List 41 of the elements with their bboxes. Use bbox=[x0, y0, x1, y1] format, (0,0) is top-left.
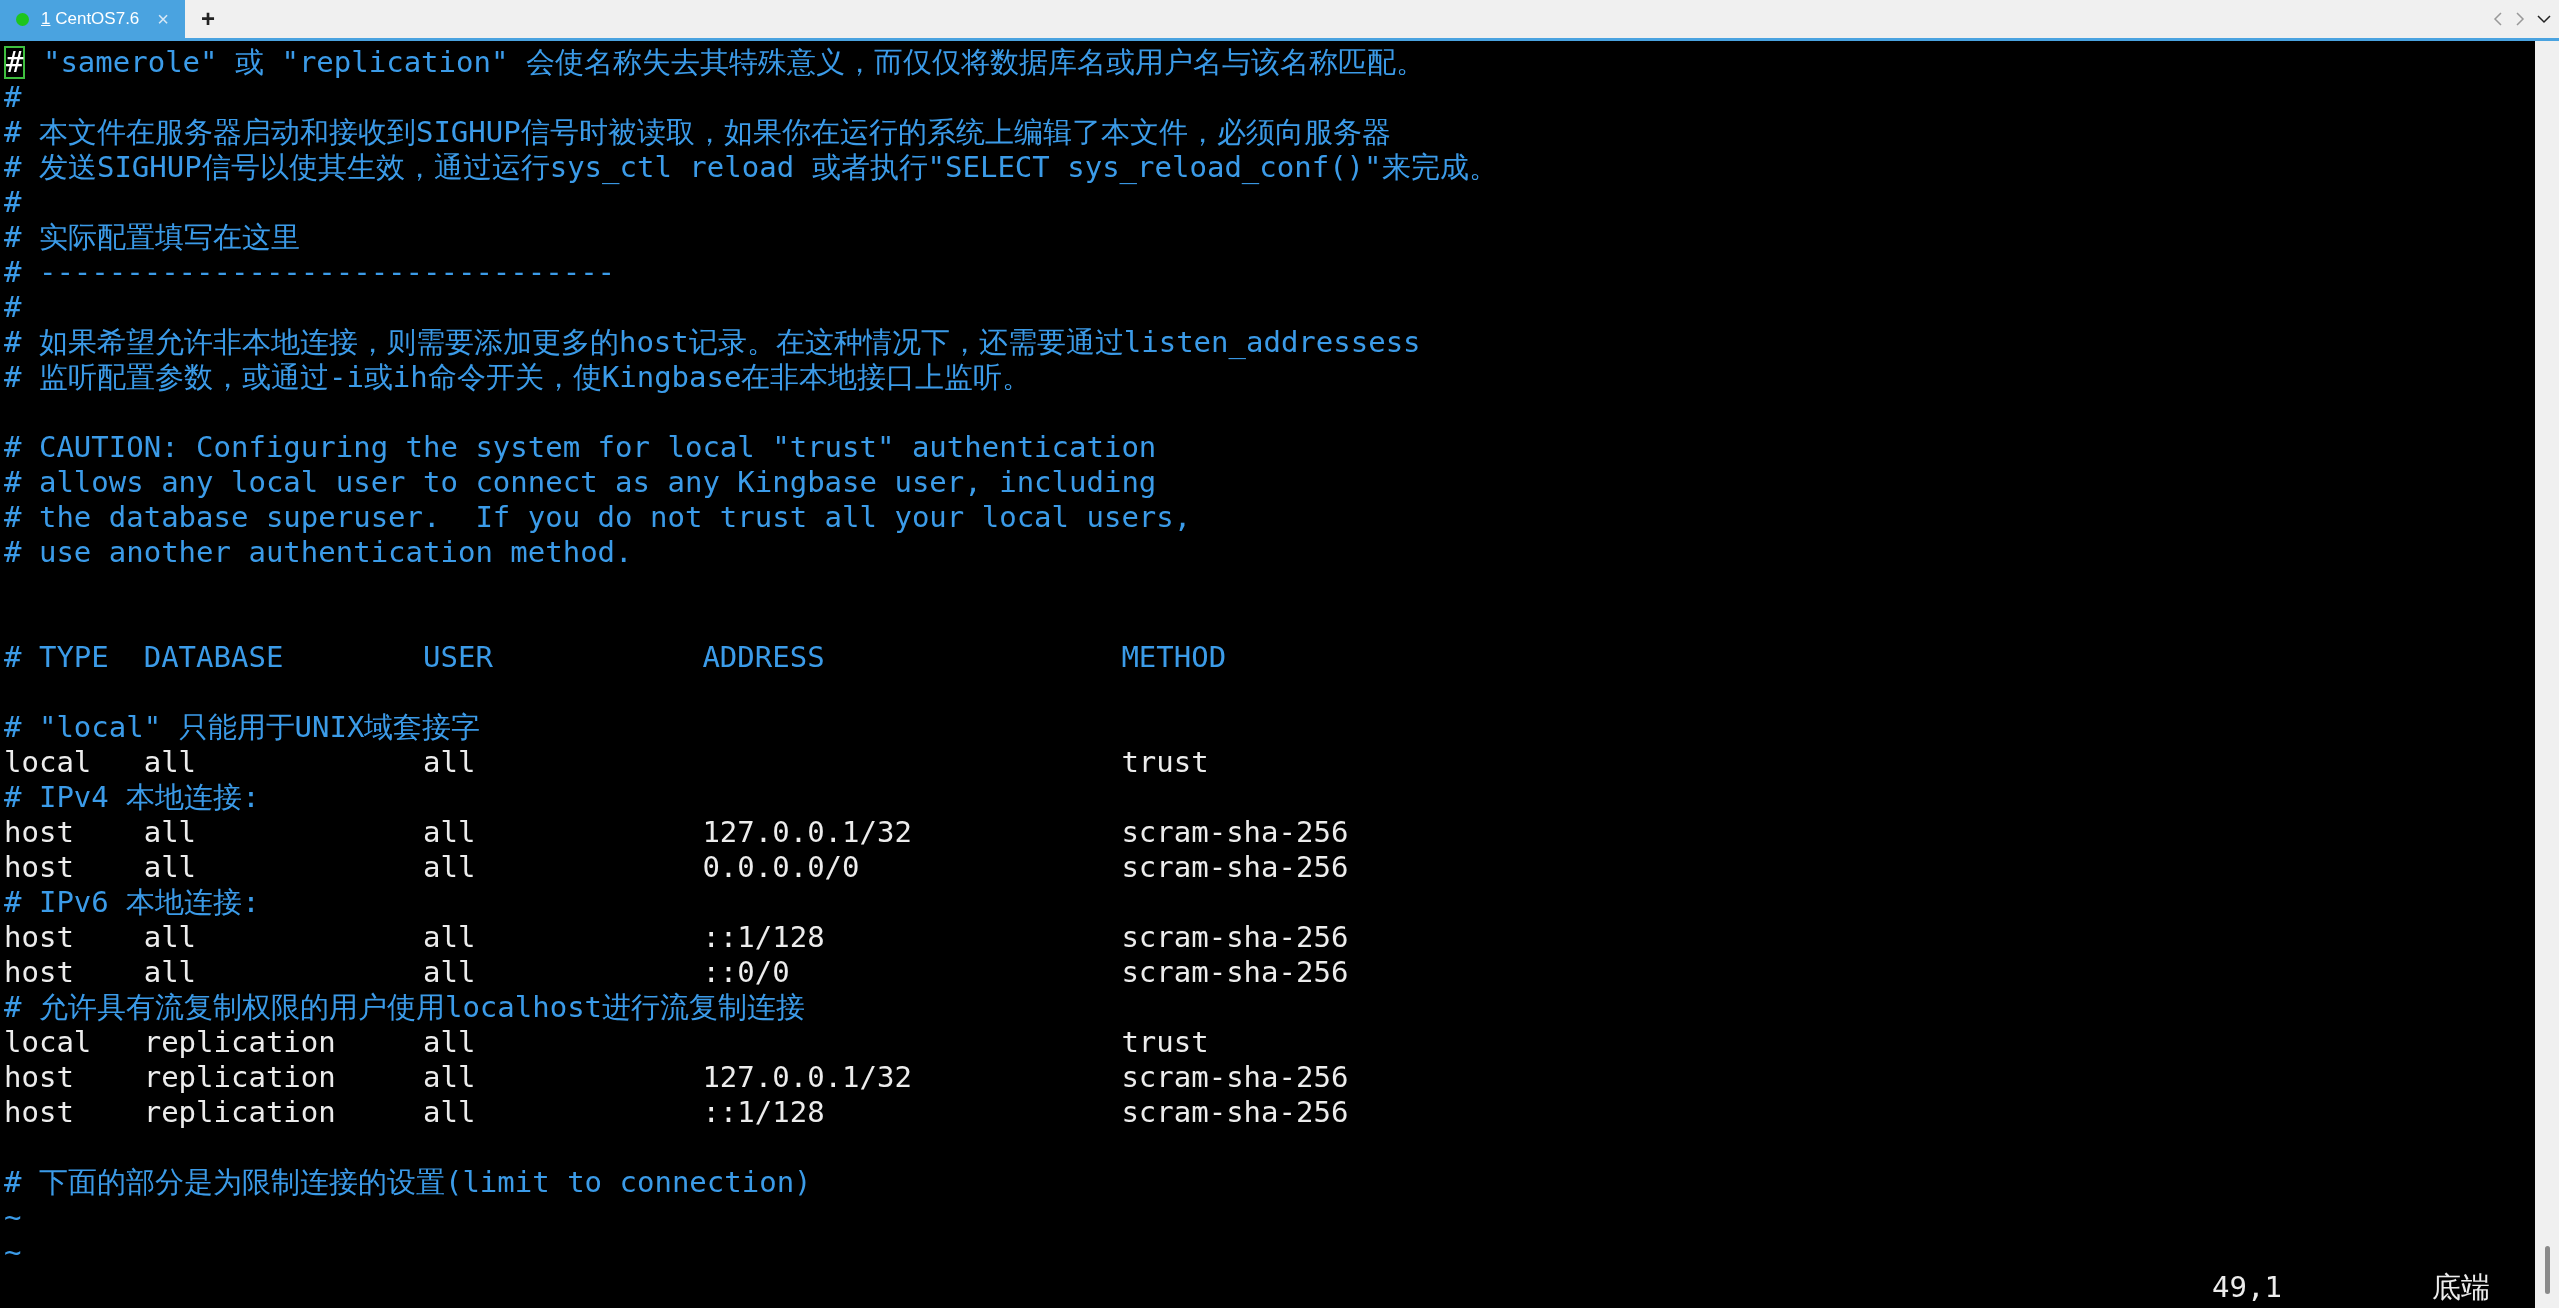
code-line: # 发送SIGHUP信号以使其生效，通过运行sys_ctl reload 或者执行"SELECT sys_reload_conf()"来完成。 bbox=[4, 148, 1498, 186]
code-line: host all all 0.0.0.0/0 scram-sha-256 bbox=[4, 848, 1349, 886]
code-line: # IPv6 本地连接: bbox=[4, 883, 260, 921]
code-line: # bbox=[4, 183, 22, 221]
code-line: # 监听配置参数，或通过-i或ih命令开关，使Kingbase在非本地接口上监听。 bbox=[4, 358, 1032, 396]
code-line: # "local" 只能用于UNIX域套接字 bbox=[4, 708, 481, 746]
code-line: # TYPE DATABASE USER ADDRESS METHOD bbox=[4, 638, 1227, 676]
code-line: # 下面的部分是为限制连接的设置(limit to connection) bbox=[4, 1163, 812, 1201]
code-line: host replication all 127.0.0.1/32 scram-sha-256 bbox=[4, 1058, 1349, 1096]
code-line: # 允许具有流复制权限的用户使用localhost进行流复制连接 bbox=[4, 988, 806, 1026]
code-line: host replication all ::1/128 scram-sha-256 bbox=[4, 1093, 1349, 1131]
code-line: # allows any local user to connect as any Kingbase user, including bbox=[4, 463, 1157, 501]
code-line: local replication all trust bbox=[4, 1023, 1209, 1061]
code-line: # bbox=[4, 78, 22, 116]
empty-line-marker: ~ bbox=[4, 1233, 22, 1271]
code-line: # the database superuser. If you do not trust all your local users, bbox=[4, 498, 1192, 536]
session-tab[interactable]: 1 CentOS7.6 × bbox=[0, 0, 185, 38]
new-tab-button[interactable]: + bbox=[185, 0, 231, 38]
code-line: # 如果希望允许非本地连接，则需要添加更多的host记录。在这种情况下，还需要通过listen_addressess bbox=[4, 323, 1421, 361]
code-line: # --------------------------------- bbox=[4, 253, 616, 291]
code-line: local all all trust bbox=[4, 743, 1209, 781]
tab-label: 1 CentOS7.6 bbox=[41, 8, 140, 31]
scroll-position: 底端 bbox=[2431, 1268, 2490, 1306]
scrollbar[interactable] bbox=[2535, 41, 2559, 1308]
code-line: # IPv4 本地连接: bbox=[4, 778, 260, 816]
code-line: # use another authentication method. bbox=[4, 533, 633, 571]
chevron-down-icon[interactable] bbox=[2537, 14, 2551, 24]
close-button[interactable]: × bbox=[157, 4, 169, 34]
chevron-left-icon[interactable] bbox=[2493, 11, 2503, 27]
code-line: # bbox=[4, 288, 22, 326]
code-line: host all all 127.0.0.1/32 scram-sha-256 bbox=[4, 813, 1349, 851]
code-line: host all all ::1/128 scram-sha-256 bbox=[4, 918, 1349, 956]
scrollbar-thumb[interactable] bbox=[2544, 1246, 2550, 1294]
code-line: # 本文件在服务器启动和接收到SIGHUP信号时被读取，如果你在运行的系统上编辑了本文件，必须向服务器 bbox=[4, 113, 1391, 151]
empty-line-marker: ~ bbox=[4, 1198, 22, 1236]
code-line: "samerole" 或 "replication" 会使名称失去其特殊意义，而仅仅将数据库名或用户名与该名称匹配。 bbox=[41, 43, 1425, 81]
cursor-position: 49,1 bbox=[2212, 1268, 2282, 1306]
chevron-right-icon[interactable] bbox=[2515, 11, 2525, 27]
code-line: # CAUTION: Configuring the system for local "trust" authentication bbox=[4, 428, 1157, 466]
code-line: # 实际配置填写在这里 bbox=[4, 218, 300, 256]
code-line: host all all ::0/0 scram-sha-256 bbox=[4, 953, 1349, 991]
